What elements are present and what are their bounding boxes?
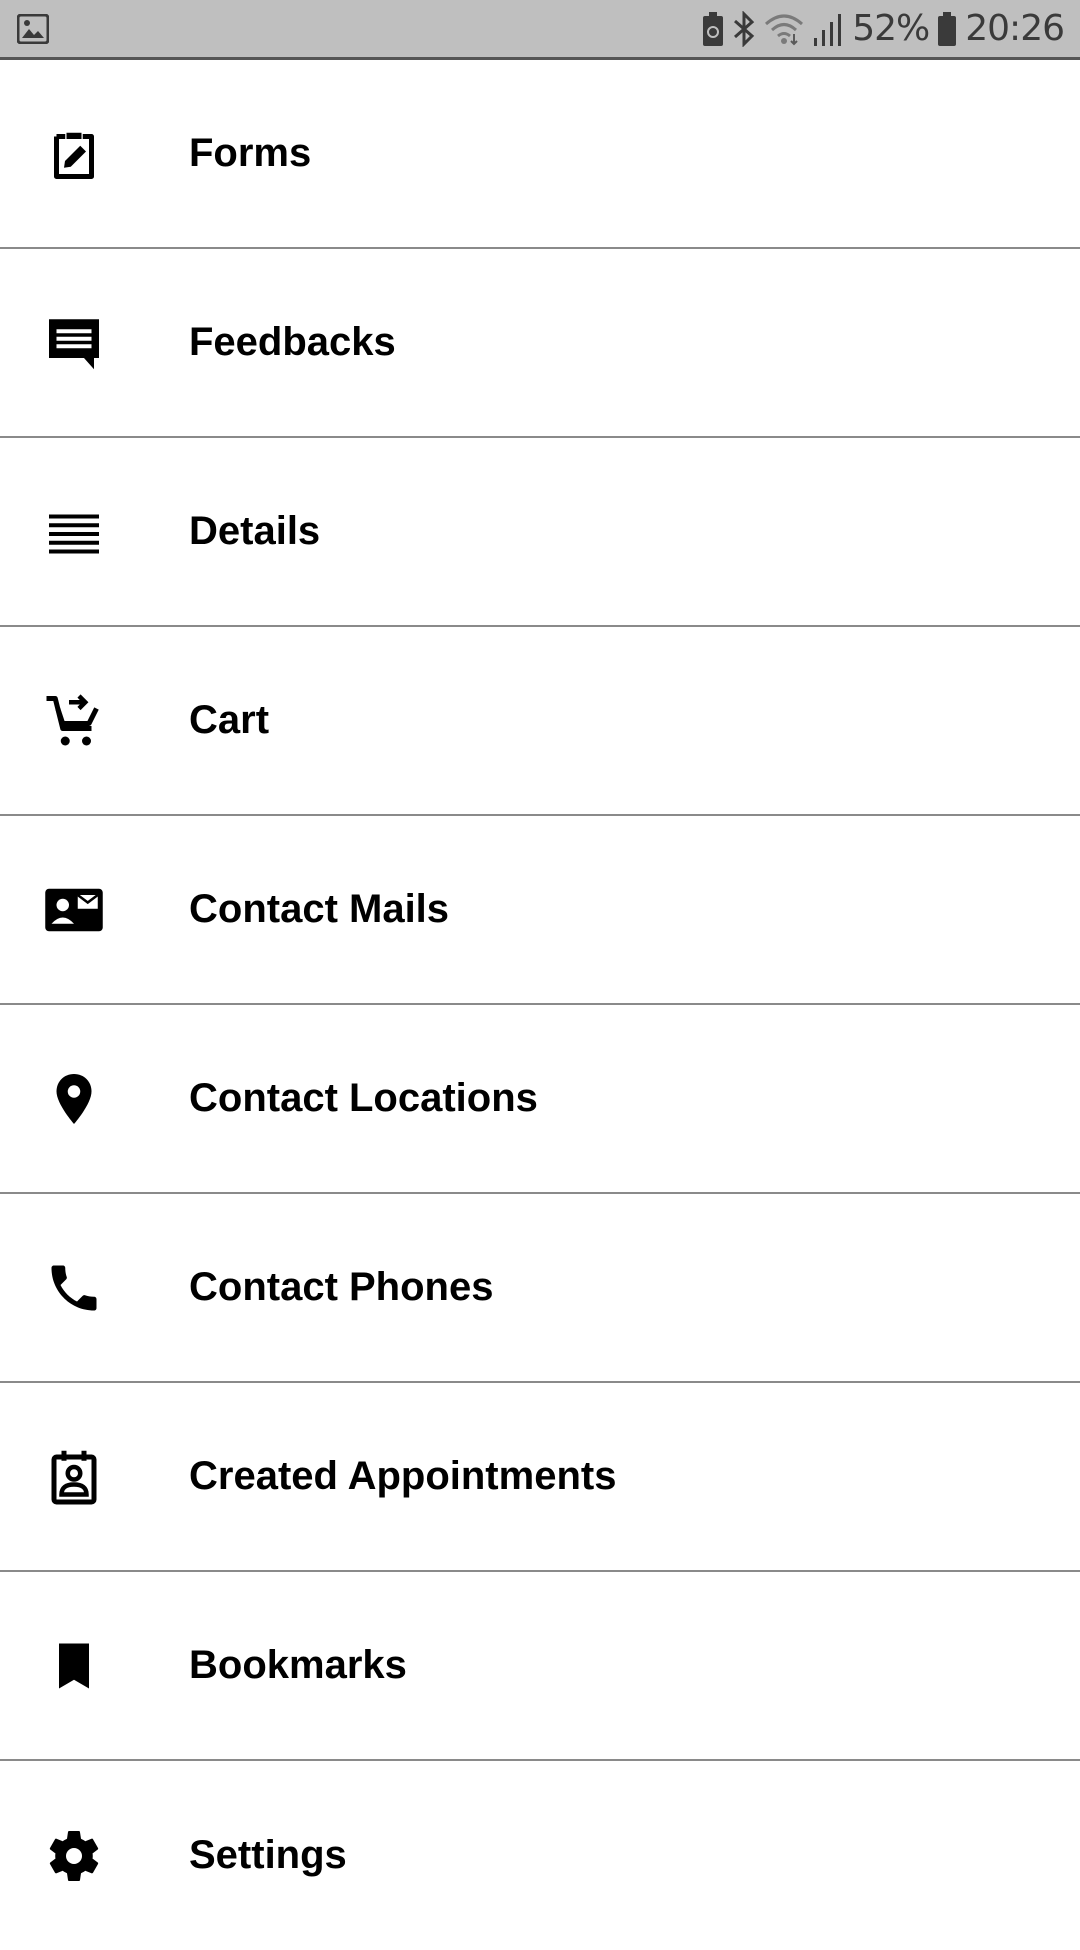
menu-item-bookmarks[interactable]: Bookmarks (0, 1572, 1080, 1761)
signal-icon (814, 13, 842, 46)
menu-label: Contact Locations (189, 1076, 538, 1120)
bluetooth-icon (734, 10, 755, 47)
wifi-icon (765, 14, 804, 45)
menu-item-contact-mails[interactable]: Contact Mails (0, 816, 1080, 1005)
status-icons: 52% 20:26 (702, 0, 1065, 57)
menu-label: Contact Phones (189, 1265, 494, 1309)
battery-icon (938, 11, 957, 46)
menu-label: Contact Mails (189, 887, 450, 931)
menu-label: Forms (189, 131, 312, 175)
menu-item-settings[interactable]: Settings (0, 1761, 1080, 1950)
menu-item-contact-locations[interactable]: Contact Locations (0, 1005, 1080, 1194)
bookmark-icon (37, 1629, 111, 1703)
phone-icon (37, 1251, 111, 1325)
menu-item-contact-phones[interactable]: Contact Phones (0, 1194, 1080, 1383)
battery-saver-icon (703, 11, 724, 46)
menu-item-forms[interactable]: Forms (0, 60, 1080, 249)
clipboard-edit-icon (37, 117, 111, 191)
menu-label: Bookmarks (189, 1643, 407, 1687)
cart-icon (37, 684, 111, 758)
status-bar: 52% 20:26 (0, 0, 1080, 60)
menu-label: Created Appointments (189, 1454, 617, 1498)
feedback-icon (37, 306, 111, 380)
battery-percent: 52% (852, 8, 930, 49)
menu-label: Settings (189, 1833, 347, 1877)
menu-label: Feedbacks (189, 320, 396, 364)
menu-item-details[interactable]: Details (0, 438, 1080, 627)
menu-item-created-appointments[interactable]: Created Appointments (0, 1383, 1080, 1572)
menu-label: Cart (189, 698, 270, 742)
location-pin-icon (37, 1062, 111, 1136)
contact-calendar-icon (37, 1440, 111, 1514)
lines-icon (37, 495, 111, 569)
clock: 20:26 (965, 8, 1065, 49)
gallery-icon (17, 14, 49, 44)
gear-icon (37, 1819, 111, 1893)
menu-label: Details (189, 509, 321, 553)
menu-item-feedbacks[interactable]: Feedbacks (0, 249, 1080, 438)
navigation-menu: Forms Feedbacks Details Cart Contact Mai… (0, 60, 1080, 1950)
menu-item-cart[interactable]: Cart (0, 627, 1080, 816)
contact-mail-icon (37, 873, 111, 947)
